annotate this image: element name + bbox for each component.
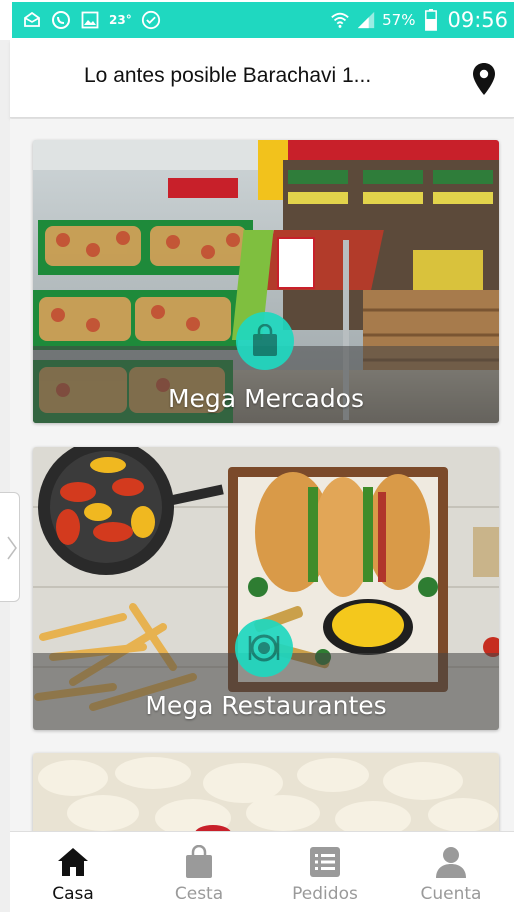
header-bar: Lo antes posible Barachavi 1... bbox=[10, 40, 514, 118]
location-pin-icon[interactable] bbox=[472, 62, 496, 96]
nav-pedidos[interactable]: Pedidos bbox=[262, 832, 388, 912]
nav-casa[interactable]: Casa bbox=[10, 832, 136, 912]
nav-label: Cesta bbox=[174, 884, 224, 904]
gallery-icon bbox=[80, 10, 100, 30]
category-label: Mega Mercados bbox=[167, 384, 365, 413]
status-bar-inner: 23° 57% 09:56 bbox=[12, 2, 514, 38]
nav-label: Pedidos bbox=[292, 884, 358, 904]
orders-list-icon bbox=[306, 844, 344, 880]
category-list: Mega Mercados Mega Restaurantes bbox=[10, 119, 514, 831]
clock-time: 09:56 bbox=[447, 8, 508, 32]
basket-icon bbox=[180, 844, 218, 880]
check-circle-icon bbox=[141, 10, 161, 30]
category-image-partial bbox=[33, 753, 499, 831]
category-label: Mega Restaurantes bbox=[145, 691, 387, 720]
signal-icon bbox=[356, 10, 376, 30]
temperature-text: 23° bbox=[109, 13, 132, 27]
category-card-mega-restaurantes[interactable]: Mega Restaurantes bbox=[33, 447, 499, 730]
bottom-navigation: Casa Cesta Pedidos Cuenta bbox=[10, 831, 514, 912]
battery-percentage: 57% bbox=[382, 11, 416, 29]
nav-cesta[interactable]: Cesta bbox=[136, 832, 262, 912]
side-drawer-handle[interactable] bbox=[0, 492, 20, 602]
plate-icon bbox=[235, 619, 293, 677]
wifi-icon bbox=[330, 10, 350, 30]
shopping-bag-icon bbox=[236, 312, 294, 370]
delivery-address-selector[interactable]: Lo antes posible Barachavi 1... bbox=[84, 64, 371, 88]
category-card-partial[interactable] bbox=[33, 753, 499, 831]
account-icon bbox=[432, 844, 470, 880]
whatsapp-icon bbox=[51, 10, 71, 30]
nav-label: Cuenta bbox=[420, 884, 482, 904]
chevron-right-icon bbox=[7, 536, 17, 560]
nav-cuenta[interactable]: Cuenta bbox=[388, 832, 514, 912]
nav-label: Casa bbox=[52, 884, 94, 904]
category-card-mega-mercados[interactable]: Mega Mercados bbox=[33, 140, 499, 423]
home-icon bbox=[54, 844, 92, 880]
battery-icon bbox=[421, 9, 441, 31]
status-bar: 23° 57% 09:56 bbox=[0, 0, 514, 40]
message-notification-icon bbox=[22, 10, 42, 30]
